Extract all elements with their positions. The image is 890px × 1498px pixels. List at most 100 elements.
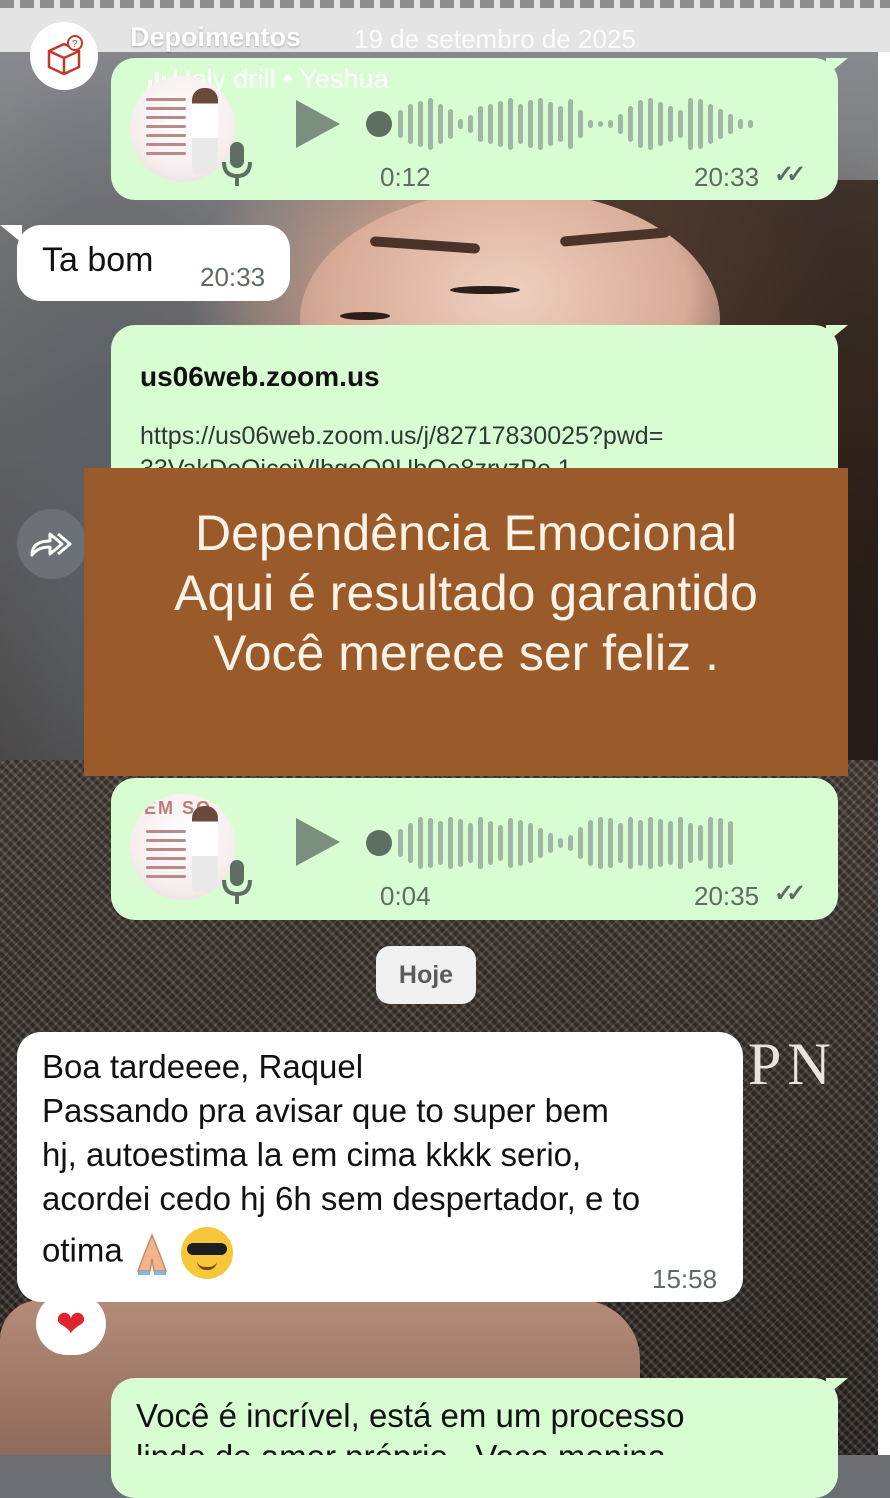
waveform-bar	[588, 120, 593, 128]
audio-waveform[interactable]	[398, 94, 753, 154]
forward-arrows-icon	[30, 532, 72, 557]
waveform-bar	[538, 98, 543, 150]
waveform-bar	[608, 120, 613, 128]
microphone-icon	[222, 142, 252, 186]
overlay-line-1: Dependência Emocional	[194, 505, 738, 561]
waveform-bar	[638, 100, 643, 148]
story-avatar[interactable]: ?	[30, 22, 98, 90]
gift-box-question-icon: ?	[47, 35, 83, 76]
sunglasses-face-icon	[181, 1227, 234, 1279]
audio-duration: 0:04	[380, 881, 431, 911]
waveform-bar	[438, 104, 443, 144]
waveform-bar	[508, 818, 513, 868]
bubble-tail	[826, 1378, 848, 1396]
background-letters: PN	[748, 1031, 837, 1097]
message-line-last: otima	[42, 1227, 640, 1279]
waveform-bar	[448, 817, 453, 869]
message-line: acordei cedo hj 6h sem despertador, e to	[42, 1180, 641, 1217]
play-icon[interactable]	[296, 100, 340, 148]
heart-icon: ❤	[55, 1303, 87, 1344]
waveform-bar	[418, 101, 423, 147]
waveform-bar	[508, 98, 513, 150]
message-time: 15:58	[652, 1264, 718, 1294]
waveform-bar	[458, 819, 463, 867]
waveform-bar	[688, 823, 693, 863]
waveform-bar	[698, 825, 703, 861]
story-date: 19 de setembro de 2025	[354, 24, 636, 54]
waveform-bar	[678, 110, 683, 138]
waveform-bar	[608, 818, 613, 868]
play-icon[interactable]	[296, 818, 340, 866]
link-url-continued[interactable]: 33VakDeOjcejVlbgeO9UbOe8zrvzPe.1	[140, 454, 572, 468]
audio-progress-handle[interactable]	[366, 830, 392, 856]
waveform-bar	[728, 114, 733, 134]
waveform-bar	[738, 119, 743, 129]
audio-waveform[interactable]	[398, 813, 733, 873]
waveform-bar	[428, 98, 433, 150]
waveform-bar	[708, 817, 713, 869]
waveform-bar	[418, 817, 423, 869]
message-time: 20:35	[694, 881, 760, 911]
waveform-bar	[718, 109, 723, 139]
waveform-bar	[658, 819, 663, 867]
waveform-bar	[648, 98, 653, 150]
waveform-bar	[668, 821, 673, 865]
message-text-block: Boa tardeeee, Raquel Passando pra avisar…	[42, 1045, 640, 1279]
message-line: lindo de amor próprio . Voce menina	[136, 1438, 666, 1455]
double-check-icon: ✓✓	[774, 161, 806, 188]
waveform-bar	[498, 101, 503, 147]
date-divider: Hoje	[376, 946, 476, 1004]
waveform-bar	[568, 99, 573, 149]
bubble-tail	[0, 225, 22, 243]
waveform-bar	[408, 823, 413, 863]
waveform-bar	[528, 823, 533, 863]
story-title[interactable]: Depoimentos	[130, 22, 301, 53]
heart-reaction[interactable]: ❤	[36, 1293, 106, 1355]
forward-button[interactable]	[17, 509, 87, 579]
waveform-bar	[438, 821, 443, 865]
background-eye-left	[450, 286, 520, 294]
message-line: hj, autoestima la em cima kkkk serio,	[42, 1136, 582, 1173]
waveform-bar	[718, 818, 723, 868]
praying-hands-icon	[132, 1231, 172, 1275]
waveform-bar	[598, 121, 603, 127]
audio-progress-handle[interactable]	[366, 111, 392, 137]
waveform-bar	[668, 106, 673, 142]
waveform-bar	[678, 817, 683, 869]
waveform-bar	[558, 106, 563, 142]
waveform-bar	[708, 104, 713, 144]
background-eye-right	[340, 312, 390, 320]
double-check-icon: ✓✓	[774, 880, 806, 907]
waveform-bar	[658, 102, 663, 146]
waveform-bar	[518, 104, 523, 144]
svg-text:?: ?	[72, 39, 78, 50]
waveform-bar	[578, 110, 583, 138]
waveform-bar	[458, 119, 463, 129]
waveform-bar	[398, 110, 403, 138]
waveform-bar	[558, 838, 563, 848]
message-line: Boa tardeeee, Raquel	[42, 1048, 364, 1085]
message-time: 20:33	[200, 262, 266, 292]
waveform-bar	[478, 106, 483, 142]
waveform-bar	[698, 99, 703, 149]
waveform-bar	[548, 833, 553, 853]
waveform-bar	[598, 817, 603, 869]
waveform-bar	[478, 817, 483, 869]
message-line: otima	[42, 1231, 123, 1269]
waveform-bar	[688, 98, 693, 150]
waveform-bar	[488, 821, 493, 865]
waveform-bar	[628, 106, 633, 142]
waveform-bar	[518, 820, 523, 866]
bubble-tail	[826, 58, 848, 76]
waveform-bar	[588, 820, 593, 866]
waveform-bar	[568, 835, 573, 851]
link-url[interactable]: https://us06web.zoom.us/j/82717830025?pw…	[140, 422, 663, 451]
waveform-bar	[498, 825, 503, 861]
waveform-bar	[648, 817, 653, 869]
message-text: Ta bom	[42, 241, 154, 279]
waveform-bar	[468, 115, 473, 133]
link-domain[interactable]: us06web.zoom.us	[140, 361, 380, 393]
overlay-line-3: Você merece ser feliz .	[213, 625, 719, 681]
waveform-bar	[728, 821, 733, 865]
waveform-bar	[638, 820, 643, 866]
